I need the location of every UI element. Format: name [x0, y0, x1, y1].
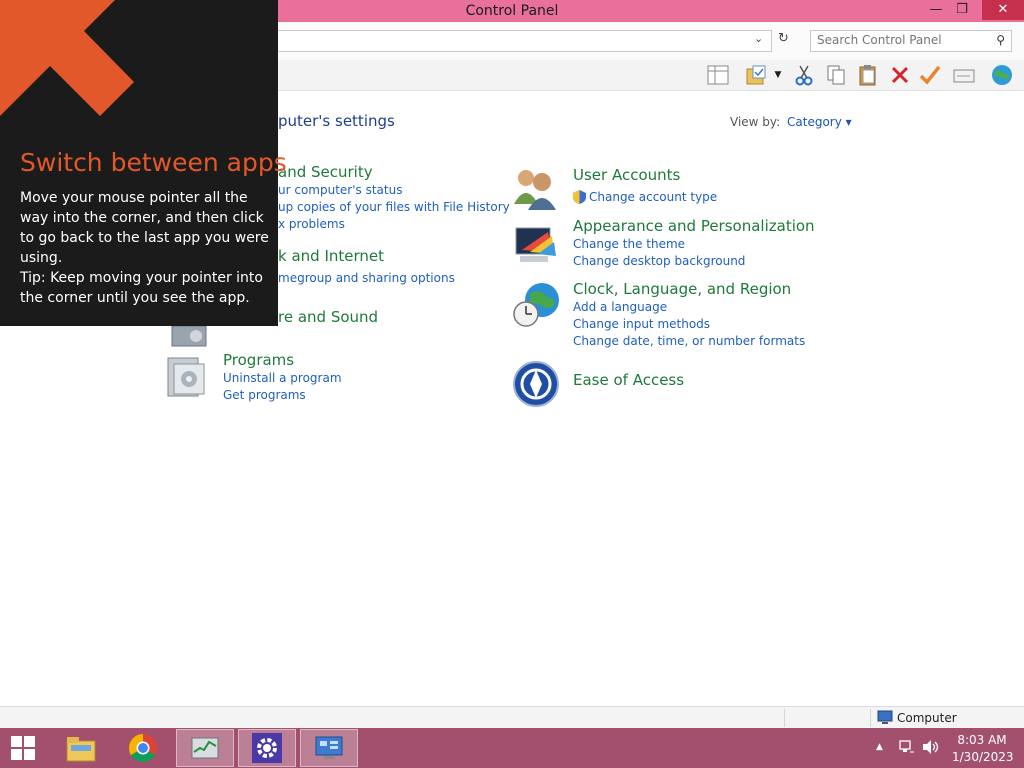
view-by-dropdown[interactable]: Category ▾: [787, 115, 852, 129]
properties-icon[interactable]: [952, 63, 976, 87]
status-location: Computer: [897, 711, 957, 725]
layout-pane-icon[interactable]: [706, 63, 730, 87]
link-get-programs[interactable]: Get programs: [223, 388, 306, 402]
network-icon[interactable]: [898, 739, 914, 758]
taskbar-task-manager[interactable]: [176, 729, 234, 767]
windows-logo-icon: [11, 736, 35, 760]
globe-icon[interactable]: [990, 63, 1014, 87]
maximize-button[interactable]: ❐: [950, 0, 974, 20]
control-panel-icon: [315, 736, 343, 759]
category-ease-of-access[interactable]: Ease of Access: [573, 371, 684, 389]
clock-time[interactable]: 8:03 AM: [952, 733, 1012, 747]
address-field[interactable]: [270, 30, 772, 52]
taskbar-chrome[interactable]: [114, 729, 172, 767]
link-fix-problems[interactable]: x problems: [278, 217, 345, 231]
link-change-date-time-formats[interactable]: Change date, time, or number formats: [573, 334, 805, 348]
paste-icon[interactable]: [856, 63, 880, 87]
show-hidden-icons-icon[interactable]: ▲: [876, 742, 883, 752]
link-change-input-methods[interactable]: Change input methods: [573, 317, 710, 331]
corner-arrow-icon: [0, 0, 134, 116]
category-network-internet[interactable]: k and Internet: [278, 247, 384, 265]
programs-icon: [164, 352, 212, 400]
link-homegroup[interactable]: megroup and sharing options: [278, 271, 455, 285]
taskbar: ▲ 8:03 AM 1/30/2023: [0, 728, 1024, 768]
view-by-label: View by:: [730, 115, 781, 129]
category-user-accounts[interactable]: User Accounts: [573, 166, 680, 184]
volume-icon[interactable]: [921, 739, 939, 758]
ease-of-access-icon: [512, 360, 560, 408]
page-heading: puter's settings: [278, 112, 395, 130]
link-review-status[interactable]: ur computer's status: [278, 183, 402, 197]
taskbar-file-explorer[interactable]: [52, 729, 110, 767]
status-divider: [784, 709, 785, 727]
status-bar: Computer: [0, 706, 1024, 729]
gear-icon: [252, 733, 282, 763]
search-icon[interactable]: ⚲: [996, 33, 1005, 47]
tip-text: Move your mouse pointer all the way into…: [20, 190, 269, 266]
taskbar-control-panel[interactable]: [300, 729, 358, 767]
close-button[interactable]: ✕: [982, 0, 1024, 20]
cut-icon[interactable]: [792, 63, 816, 87]
refresh-icon[interactable]: ↻: [778, 31, 789, 46]
category-programs[interactable]: Programs: [223, 351, 294, 369]
delete-icon[interactable]: [888, 63, 912, 87]
taskbar-settings[interactable]: [238, 729, 296, 767]
link-file-history[interactable]: up copies of your files with File Histor…: [278, 200, 510, 214]
folder-options-icon[interactable]: [744, 63, 768, 87]
shield-icon: [573, 190, 586, 207]
category-system-security[interactable]: and Security: [278, 163, 373, 181]
user-accounts-icon: [512, 164, 560, 212]
search-box[interactable]: ⚲: [810, 30, 1012, 52]
checkmark-icon[interactable]: [918, 63, 942, 87]
tip-body: Move your mouse pointer all the way into…: [20, 188, 270, 308]
link-change-theme[interactable]: Change the theme: [573, 237, 685, 251]
clock-date[interactable]: 1/30/2023: [952, 750, 1014, 764]
folder-options-dropdown-icon[interactable]: ▼: [770, 63, 786, 87]
link-add-language[interactable]: Add a language: [573, 300, 667, 314]
file-explorer-icon: [66, 737, 96, 762]
chrome-icon: [129, 734, 157, 762]
hardware-sound-icon: [166, 325, 214, 348]
link-uninstall-program[interactable]: Uninstall a program: [223, 371, 342, 385]
link-change-account-type[interactable]: Change account type: [589, 190, 717, 204]
category-hardware-sound[interactable]: re and Sound: [278, 308, 378, 326]
minimize-button[interactable]: —: [924, 0, 948, 20]
clock-language-region-icon: [512, 280, 560, 328]
copy-icon[interactable]: [824, 63, 848, 87]
search-input[interactable]: [811, 31, 993, 49]
switch-apps-tip-panel: Switch between apps Move your mouse poin…: [0, 0, 287, 326]
start-button[interactable]: [0, 729, 46, 767]
link-change-desktop-background[interactable]: Change desktop background: [573, 254, 745, 268]
task-manager-icon: [191, 737, 219, 759]
category-appearance[interactable]: Appearance and Personalization: [573, 217, 815, 235]
computer-icon: [877, 710, 893, 728]
appearance-icon: [512, 222, 560, 270]
address-dropdown-icon[interactable]: ⌄: [754, 32, 763, 45]
status-divider: [870, 709, 871, 727]
category-clock-language-region[interactable]: Clock, Language, and Region: [573, 280, 791, 298]
tip-title: Switch between apps: [20, 148, 287, 177]
tip-hint: Tip: Keep moving your pointer into the c…: [20, 270, 263, 306]
